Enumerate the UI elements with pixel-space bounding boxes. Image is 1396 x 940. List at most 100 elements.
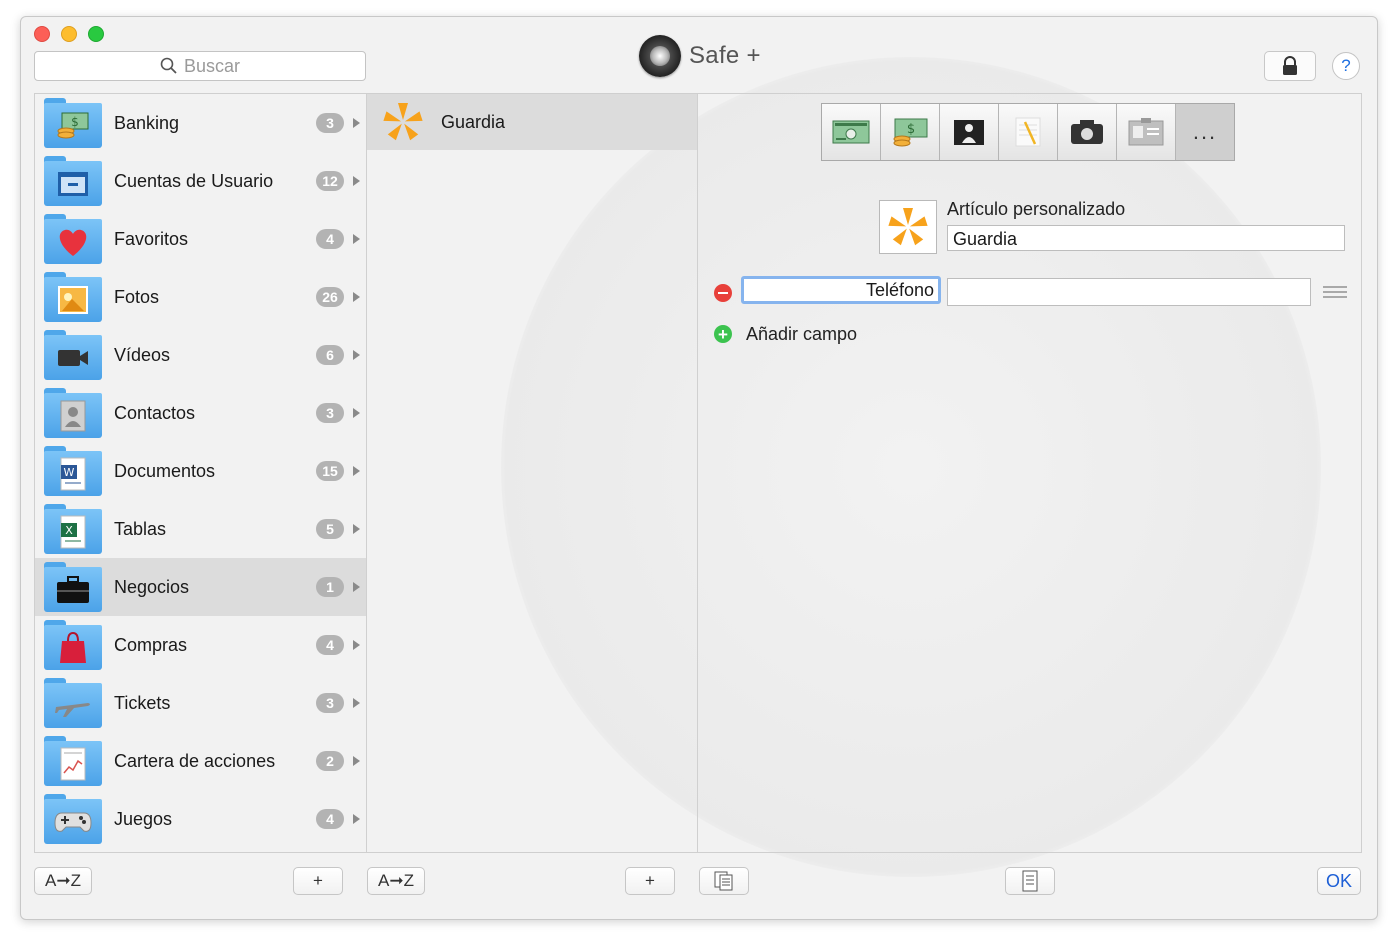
field-value-input[interactable] bbox=[947, 278, 1311, 306]
credit-card-type-button[interactable] bbox=[822, 104, 881, 160]
more-types-button[interactable]: ... bbox=[1176, 104, 1234, 160]
note-icon bbox=[1015, 117, 1041, 147]
disclosure-arrow-icon[interactable] bbox=[353, 756, 360, 766]
item-name-field[interactable]: Guardia bbox=[947, 225, 1345, 251]
disclosure-arrow-icon[interactable] bbox=[353, 466, 360, 476]
shopping-bag-icon bbox=[54, 631, 92, 664]
remove-field-button[interactable] bbox=[714, 284, 732, 302]
svg-text:X: X bbox=[65, 524, 73, 537]
folder-icon bbox=[44, 272, 102, 322]
money-type-button[interactable]: $ bbox=[881, 104, 940, 160]
sidebar-item-cuentas-de-usuario[interactable]: Cuentas de Usuario 12 bbox=[35, 152, 366, 210]
spreadsheet-icon: X bbox=[54, 515, 92, 549]
minimize-window-button[interactable] bbox=[61, 26, 77, 42]
sidebar-item-label: Cartera de acciones bbox=[114, 750, 276, 771]
list-item-guardia[interactable]: Guardia bbox=[367, 94, 697, 150]
app-logo: Safe + bbox=[639, 35, 761, 77]
svg-text:$: $ bbox=[907, 122, 915, 137]
sidebar-item-tickets[interactable]: Tickets 3 bbox=[35, 674, 366, 732]
count-badge: 4 bbox=[316, 635, 344, 655]
disclosure-arrow-icon[interactable] bbox=[353, 408, 360, 418]
count-badge: 2 bbox=[316, 751, 344, 771]
sidebar-item-contactos[interactable]: Contactos 3 bbox=[35, 384, 366, 442]
disclosure-arrow-icon[interactable] bbox=[353, 524, 360, 534]
sidebar-item-banking[interactable]: $ Banking 3 bbox=[35, 94, 366, 152]
credit-card-icon bbox=[832, 120, 870, 144]
sidebar-item-vídeos[interactable]: Vídeos 6 bbox=[35, 326, 366, 384]
sidebar-item-label: Contactos bbox=[114, 402, 196, 423]
search-placeholder: Buscar bbox=[183, 55, 241, 76]
field-label-input[interactable]: Teléfono bbox=[741, 276, 941, 304]
help-button[interactable]: ? bbox=[1332, 52, 1360, 80]
item-type-label: Artículo personalizado bbox=[947, 199, 1126, 219]
word-document-icon: W bbox=[54, 457, 92, 491]
add-category-button[interactable]: + bbox=[293, 867, 343, 895]
duplicate-item-button[interactable] bbox=[699, 867, 749, 895]
disclosure-arrow-icon[interactable] bbox=[353, 698, 360, 708]
disclosure-arrow-icon[interactable] bbox=[353, 118, 360, 128]
sidebar-item-favoritos[interactable]: Favoritos 4 bbox=[35, 210, 366, 268]
disclosure-arrow-icon[interactable] bbox=[353, 640, 360, 650]
sidebar-item-label: Juegos bbox=[114, 808, 173, 829]
close-window-button[interactable] bbox=[34, 26, 50, 42]
sidebar-item-label: Documentos bbox=[114, 460, 216, 481]
sidebar-item-documentos[interactable]: W Documentos 15 bbox=[35, 442, 366, 500]
add-field-button[interactable]: Añadir campo bbox=[746, 324, 857, 345]
item-type-toolbar: $ ... bbox=[821, 103, 1235, 161]
folder-icon bbox=[44, 214, 102, 264]
count-badge: 15 bbox=[316, 461, 344, 481]
camera-icon bbox=[1071, 120, 1103, 144]
sidebar-item-fotos[interactable]: Fotos 26 bbox=[35, 268, 366, 326]
contact-card-icon bbox=[54, 400, 92, 432]
disclosure-arrow-icon[interactable] bbox=[353, 292, 360, 302]
contact-type-button[interactable] bbox=[940, 104, 999, 160]
ok-button[interactable]: OK bbox=[1317, 867, 1361, 895]
disclosure-arrow-icon[interactable] bbox=[353, 234, 360, 244]
folder-icon: W bbox=[44, 446, 102, 496]
disclosure-arrow-icon[interactable] bbox=[353, 582, 360, 592]
pinwheel-icon bbox=[888, 208, 928, 246]
drag-handle-icon[interactable] bbox=[1323, 286, 1347, 298]
category-sidebar: $ Banking 3 Cuentas de Usuario 12 Favoritos 4 F… bbox=[35, 94, 367, 852]
disclosure-arrow-icon[interactable] bbox=[353, 814, 360, 824]
money-icon: $ bbox=[54, 110, 92, 142]
more-label: ... bbox=[1192, 119, 1218, 144]
disclosure-arrow-icon[interactable] bbox=[353, 176, 360, 186]
lock-button[interactable] bbox=[1264, 51, 1316, 81]
search-input[interactable]: Buscar bbox=[34, 51, 366, 81]
sidebar-item-label: Cuentas de Usuario bbox=[114, 170, 274, 191]
sidebar-item-label: Banking bbox=[114, 112, 180, 133]
search-icon bbox=[160, 57, 177, 74]
item-detail: $ ... Artículo personalizado Guardia Tel… bbox=[698, 94, 1361, 852]
print-item-button[interactable] bbox=[1005, 867, 1055, 895]
sidebar-item-negocios[interactable]: Negocios 1 bbox=[35, 558, 366, 616]
sidebar-item-cartera-de-acciones[interactable]: Cartera de acciones 2 bbox=[35, 732, 366, 790]
folder-icon bbox=[44, 794, 102, 844]
browser-window-icon bbox=[54, 168, 92, 200]
folder-icon bbox=[44, 156, 102, 206]
count-badge: 5 bbox=[316, 519, 344, 539]
sidebar-item-tablas[interactable]: X Tablas 5 bbox=[35, 500, 366, 558]
item-list: Guardia bbox=[367, 94, 698, 852]
sort-items-button[interactable]: A➞Z bbox=[367, 867, 425, 895]
folder-icon bbox=[44, 736, 102, 786]
airplane-icon bbox=[54, 690, 92, 722]
item-icon-button[interactable] bbox=[879, 200, 937, 254]
folder-icon bbox=[44, 678, 102, 728]
disclosure-arrow-icon[interactable] bbox=[353, 350, 360, 360]
sidebar-item-juegos[interactable]: Juegos 4 bbox=[35, 790, 366, 848]
video-camera-icon bbox=[54, 342, 92, 374]
camera-type-button[interactable] bbox=[1058, 104, 1117, 160]
add-item-button[interactable]: + bbox=[625, 867, 675, 895]
sidebar-item-label: Favoritos bbox=[114, 228, 189, 249]
folder-icon bbox=[44, 388, 102, 438]
sidebar-item-compras[interactable]: Compras 4 bbox=[35, 616, 366, 674]
add-field-icon[interactable]: + bbox=[714, 325, 732, 343]
zoom-window-button[interactable] bbox=[88, 26, 104, 42]
id-card-type-button[interactable] bbox=[1117, 104, 1176, 160]
safe-dial-icon bbox=[639, 35, 681, 77]
count-badge: 3 bbox=[316, 693, 344, 713]
sort-categories-button[interactable]: A➞Z bbox=[34, 867, 92, 895]
note-type-button[interactable] bbox=[999, 104, 1058, 160]
folder-icon: $ bbox=[44, 98, 102, 148]
